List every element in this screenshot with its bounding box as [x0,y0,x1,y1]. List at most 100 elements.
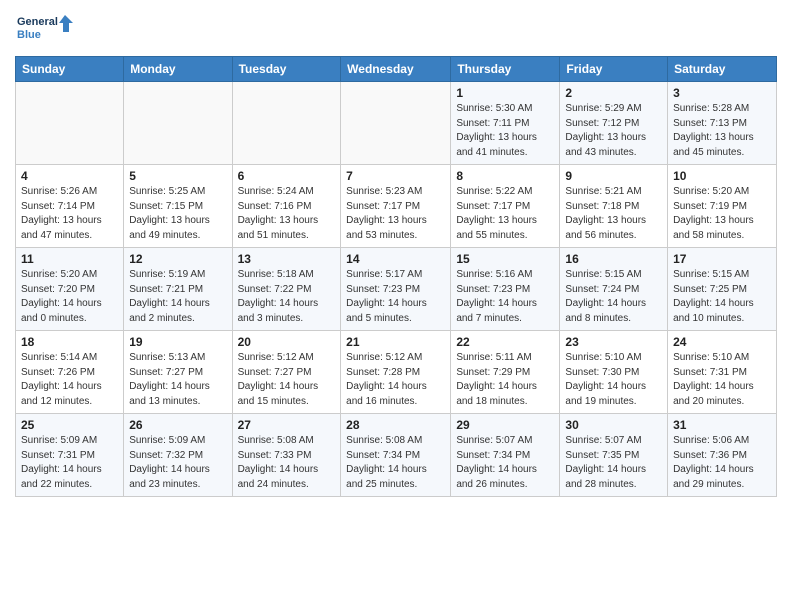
week-row-2: 4 Sunrise: 5:26 AM Sunset: 7:14 PM Daylig… [16,165,777,248]
day-number: 9 [565,169,662,183]
logo: General Blue [15,10,75,50]
day-info: Sunrise: 5:29 AM Sunset: 7:12 PM Dayligh… [565,102,662,160]
day-info: Sunrise: 5:10 AM Sunset: 7:31 PM Dayligh… [673,351,771,409]
day-info: Sunrise: 5:09 AM Sunset: 7:32 PM Dayligh… [129,434,226,492]
day-number: 3 [673,86,771,100]
day-info: Sunrise: 5:10 AM Sunset: 7:30 PM Dayligh… [565,351,662,409]
calendar-cell: 2Sunrise: 5:29 AM Sunset: 7:12 PM Daylig… [560,82,668,165]
day-number: 25 [21,418,118,432]
weekday-header-monday: Monday [124,57,232,82]
calendar-cell: 1 Sunrise: 5:30 AM Sunset: 7:11 PM Daylig… [451,82,560,165]
day-info: Sunrise: 5:20 AM Sunset: 7:20 PM Dayligh… [21,268,118,326]
day-number: 23 [565,335,662,349]
calendar-cell: 3 Sunrise: 5:28 AM Sunset: 7:13 PM Daylig… [668,82,777,165]
calendar-cell: 11 Sunrise: 5:20 AM Sunset: 7:20 PM Dayli… [16,248,124,331]
day-info: Sunrise: 5:07 AM Sunset: 7:35 PM Dayligh… [565,434,662,492]
calendar-cell: 16 Sunrise: 5:15 AM Sunset: 7:24 PM Dayli… [560,248,668,331]
calendar-cell: 8 Sunrise: 5:22 AM Sunset: 7:17 PM Daylig… [451,165,560,248]
day-info: Sunrise: 5:15 AM Sunset: 7:25 PM Dayligh… [673,268,771,326]
day-number: 16 [565,252,662,266]
day-info: Sunrise: 5:24 AM Sunset: 7:16 PM Dayligh… [238,185,336,243]
day-info: Sunrise: 5:28 AM Sunset: 7:13 PM Dayligh… [673,102,771,160]
calendar-cell: 6 Sunrise: 5:24 AM Sunset: 7:16 PM Daylig… [232,165,341,248]
day-info: Sunrise: 5:22 AM Sunset: 7:17 PM Dayligh… [456,185,554,243]
day-info: Sunrise: 5:23 AM Sunset: 7:17 PM Dayligh… [346,185,445,243]
day-info: Sunrise: 5:13 AM Sunset: 7:27 PM Dayligh… [129,351,226,409]
day-info: Sunrise: 5:15 AM Sunset: 7:24 PM Dayligh… [565,268,662,326]
week-row-5: 25 Sunrise: 5:09 AM Sunset: 7:31 PM Dayli… [16,414,777,497]
day-info: Sunrise: 5:30 AM Sunset: 7:11 PM Dayligh… [456,102,554,160]
day-number: 15 [456,252,554,266]
day-number: 17 [673,252,771,266]
weekday-header-tuesday: Tuesday [232,57,341,82]
weekday-header-thursday: Thursday [451,57,560,82]
day-number: 7 [346,169,445,183]
day-number: 8 [456,169,554,183]
week-row-4: 18Sunrise: 5:14 AM Sunset: 7:26 PM Dayli… [16,331,777,414]
day-info: Sunrise: 5:26 AM Sunset: 7:14 PM Dayligh… [21,185,118,243]
calendar-cell [124,82,232,165]
day-number: 22 [456,335,554,349]
calendar-cell: 27Sunrise: 5:08 AM Sunset: 7:33 PM Dayli… [232,414,341,497]
day-number: 4 [21,169,118,183]
day-number: 30 [565,418,662,432]
day-info: Sunrise: 5:11 AM Sunset: 7:29 PM Dayligh… [456,351,554,409]
day-number: 19 [129,335,226,349]
calendar-cell: 25 Sunrise: 5:09 AM Sunset: 7:31 PM Dayli… [16,414,124,497]
calendar-cell: 21 Sunrise: 5:12 AM Sunset: 7:28 PM Dayli… [341,331,451,414]
day-number: 5 [129,169,226,183]
day-number: 11 [21,252,118,266]
day-info: Sunrise: 5:06 AM Sunset: 7:36 PM Dayligh… [673,434,771,492]
day-number: 14 [346,252,445,266]
calendar-cell: 30 Sunrise: 5:07 AM Sunset: 7:35 PM Dayli… [560,414,668,497]
day-info: Sunrise: 5:09 AM Sunset: 7:31 PM Dayligh… [21,434,118,492]
week-row-3: 11 Sunrise: 5:20 AM Sunset: 7:20 PM Dayli… [16,248,777,331]
calendar-cell: 29Sunrise: 5:07 AM Sunset: 7:34 PM Dayli… [451,414,560,497]
calendar-cell [232,82,341,165]
day-info: Sunrise: 5:16 AM Sunset: 7:23 PM Dayligh… [456,268,554,326]
calendar-page: General Blue SundayMondayTuesdayWednesda… [0,0,792,612]
day-info: Sunrise: 5:12 AM Sunset: 7:28 PM Dayligh… [346,351,445,409]
day-info: Sunrise: 5:18 AM Sunset: 7:22 PM Dayligh… [238,268,336,326]
weekday-header-friday: Friday [560,57,668,82]
calendar-cell: 9 Sunrise: 5:21 AM Sunset: 7:18 PM Daylig… [560,165,668,248]
weekday-header-saturday: Saturday [668,57,777,82]
calendar-table: SundayMondayTuesdayWednesdayThursdayFrid… [15,56,777,497]
weekday-header-wednesday: Wednesday [341,57,451,82]
calendar-cell: 20Sunrise: 5:12 AM Sunset: 7:27 PM Dayli… [232,331,341,414]
week-row-1: 1 Sunrise: 5:30 AM Sunset: 7:11 PM Daylig… [16,82,777,165]
calendar-cell: 7 Sunrise: 5:23 AM Sunset: 7:17 PM Daylig… [341,165,451,248]
calendar-cell [16,82,124,165]
calendar-cell: 23 Sunrise: 5:10 AM Sunset: 7:30 PM Dayli… [560,331,668,414]
calendar-cell: 4 Sunrise: 5:26 AM Sunset: 7:14 PM Daylig… [16,165,124,248]
calendar-cell: 31 Sunrise: 5:06 AM Sunset: 7:36 PM Dayli… [668,414,777,497]
weekday-header-sunday: Sunday [16,57,124,82]
day-info: Sunrise: 5:20 AM Sunset: 7:19 PM Dayligh… [673,185,771,243]
calendar-cell: 12 Sunrise: 5:19 AM Sunset: 7:21 PM Dayli… [124,248,232,331]
calendar-cell: 13 Sunrise: 5:18 AM Sunset: 7:22 PM Dayli… [232,248,341,331]
calendar-cell: 19 Sunrise: 5:13 AM Sunset: 7:27 PM Dayli… [124,331,232,414]
day-number: 31 [673,418,771,432]
day-number: 21 [346,335,445,349]
day-number: 1 [456,86,554,100]
day-number: 20 [238,335,336,349]
day-info: Sunrise: 5:08 AM Sunset: 7:33 PM Dayligh… [238,434,336,492]
weekday-header-row: SundayMondayTuesdayWednesdayThursdayFrid… [16,57,777,82]
calendar-cell: 15 Sunrise: 5:16 AM Sunset: 7:23 PM Dayli… [451,248,560,331]
calendar-cell: 24Sunrise: 5:10 AM Sunset: 7:31 PM Dayli… [668,331,777,414]
day-number: 6 [238,169,336,183]
day-info: Sunrise: 5:25 AM Sunset: 7:15 PM Dayligh… [129,185,226,243]
day-info: Sunrise: 5:19 AM Sunset: 7:21 PM Dayligh… [129,268,226,326]
calendar-cell: 10 Sunrise: 5:20 AM Sunset: 7:19 PM Dayli… [668,165,777,248]
logo-svg: General Blue [15,10,75,50]
day-number: 10 [673,169,771,183]
day-number: 13 [238,252,336,266]
calendar-cell: 26 Sunrise: 5:09 AM Sunset: 7:32 PM Dayli… [124,414,232,497]
day-number: 29 [456,418,554,432]
day-info: Sunrise: 5:21 AM Sunset: 7:18 PM Dayligh… [565,185,662,243]
calendar-cell: 5 Sunrise: 5:25 AM Sunset: 7:15 PM Daylig… [124,165,232,248]
day-number: 12 [129,252,226,266]
calendar-cell: 17 Sunrise: 5:15 AM Sunset: 7:25 PM Dayli… [668,248,777,331]
day-number: 18 [21,335,118,349]
day-number: 26 [129,418,226,432]
